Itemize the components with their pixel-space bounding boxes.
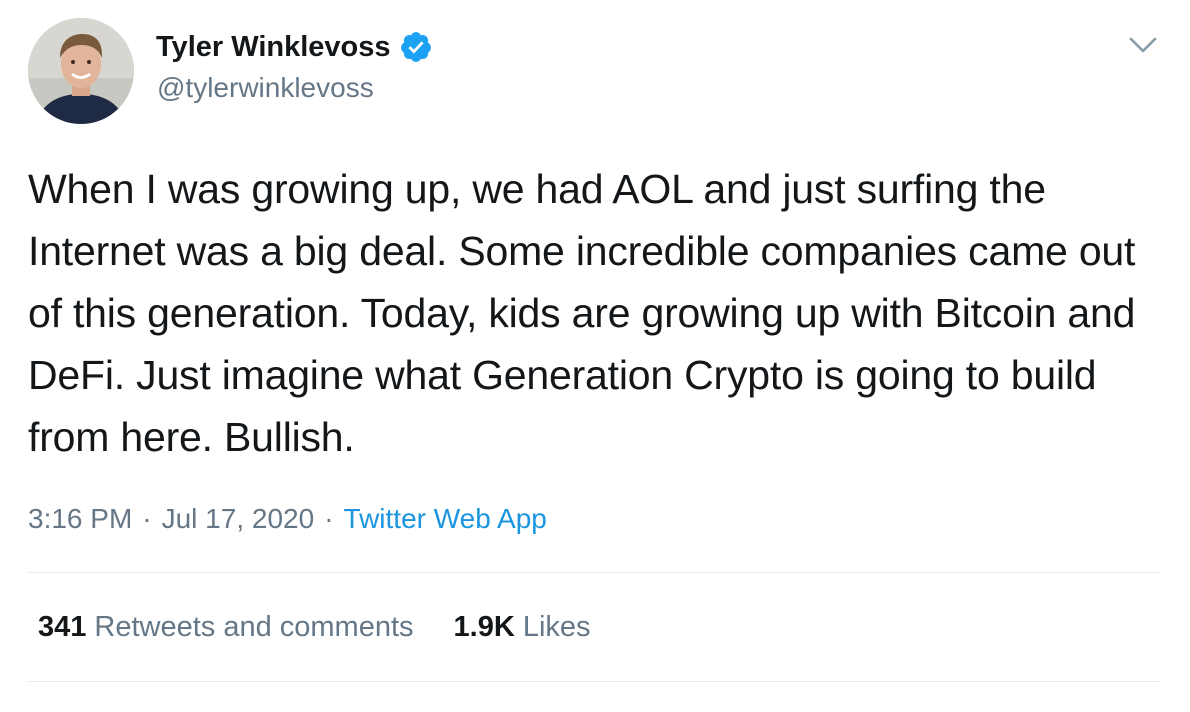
likes-stat[interactable]: 1.9K Likes [454, 611, 591, 644]
divider [28, 572, 1160, 573]
retweets-label: Retweets and comments [94, 610, 414, 643]
likes-count: 1.9K [453, 610, 515, 643]
retweets-stat[interactable]: 341 Retweets and comments [38, 611, 414, 644]
avatar-image [28, 18, 134, 124]
author-handle[interactable]: @tylerwinklevoss [157, 72, 374, 104]
retweets-count: 341 [38, 610, 87, 643]
author-name-row: Tyler Winklevoss [156, 30, 433, 64]
tweet-meta: 3:16 PM · Jul 17, 2020 · Twitter Web App [28, 500, 547, 538]
avatar[interactable] [28, 18, 134, 124]
divider [28, 681, 1160, 682]
tweet-date[interactable]: Jul 17, 2020 [162, 503, 315, 535]
tweet-card: Tyler Winklevoss @tylerwinklevoss When I… [0, 0, 1190, 712]
display-name[interactable]: Tyler Winklevoss [156, 31, 391, 64]
tweet-text: When I was growing up, we had AOL and ju… [28, 166, 1136, 460]
verified-badge-icon [399, 30, 433, 64]
tweet-source-link[interactable]: Twitter Web App [344, 503, 547, 535]
tweet-time[interactable]: 3:16 PM [28, 503, 132, 535]
meta-separator: · [142, 503, 152, 534]
meta-separator: · [324, 503, 334, 534]
likes-label: Likes [522, 610, 591, 643]
tweet-stats: 341 Retweets and comments 1.9K Likes [38, 607, 591, 647]
chevron-down-icon[interactable] [1126, 30, 1160, 60]
